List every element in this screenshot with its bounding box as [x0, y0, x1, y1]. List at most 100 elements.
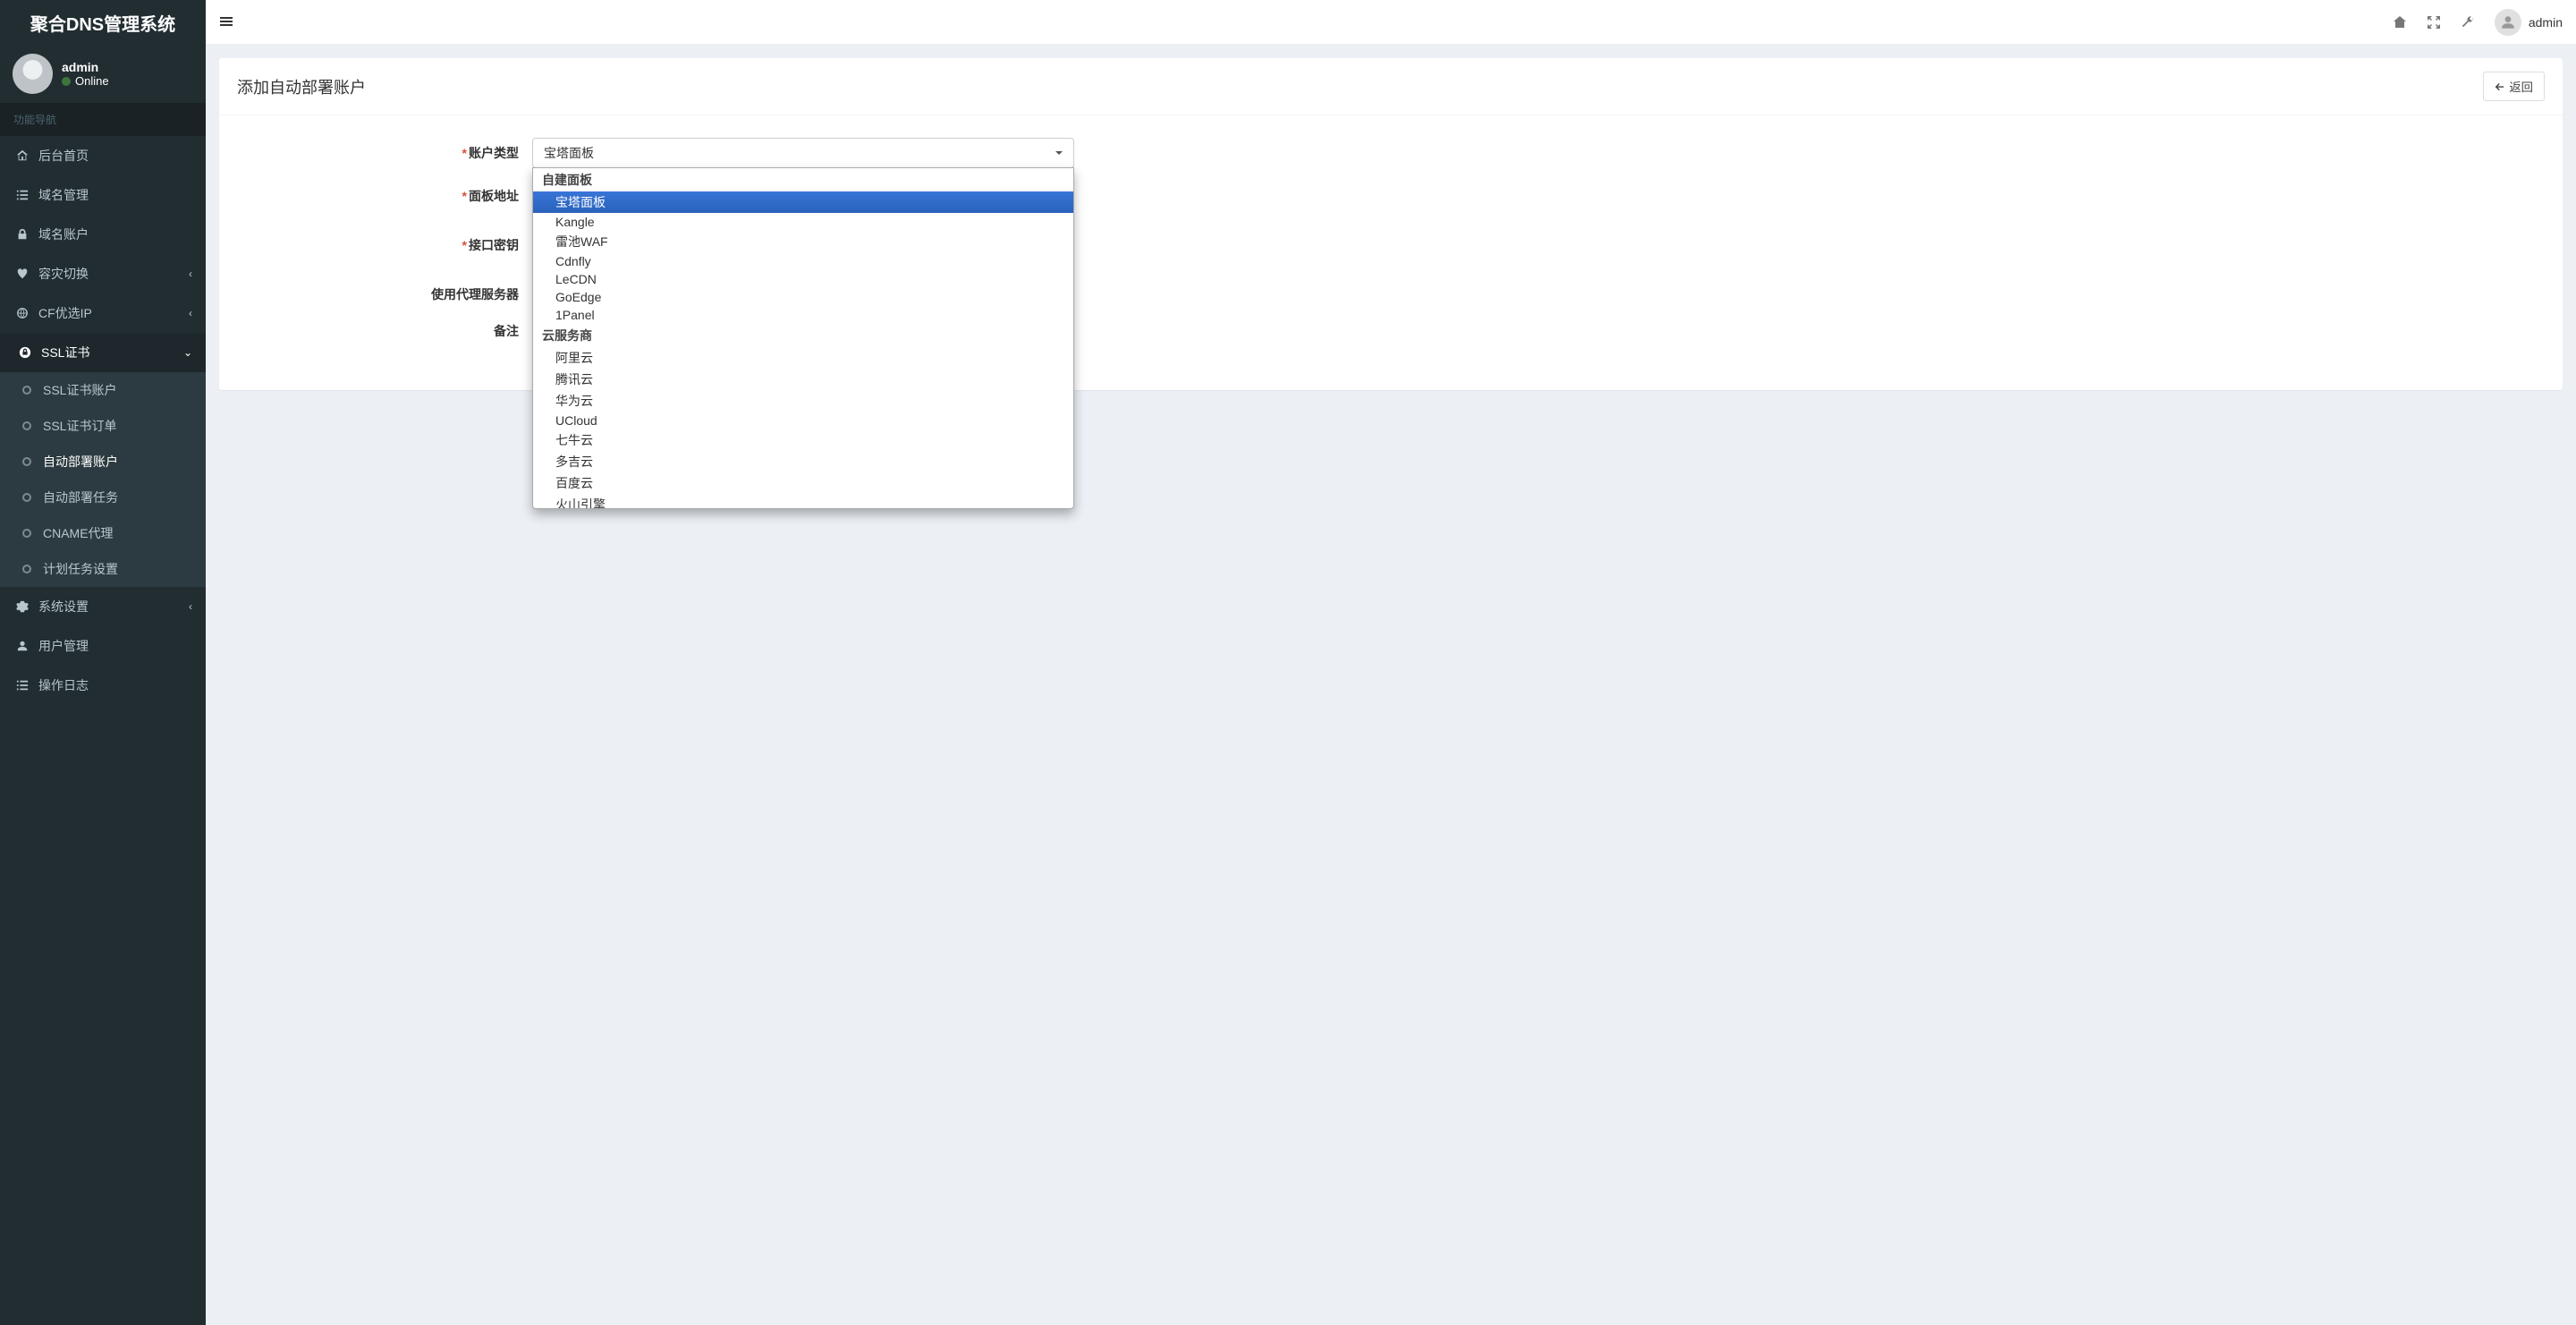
option-baidu[interactable]: 百度云	[533, 472, 1073, 494]
option-qiniu[interactable]: 七牛云	[533, 429, 1073, 451]
option-kangle[interactable]: Kangle	[533, 213, 1073, 231]
nav-label: SSL证书账户	[43, 381, 116, 399]
sidebar-item-disaster[interactable]: 容灾切换 ‹	[0, 254, 206, 293]
user-avatar[interactable]	[13, 54, 53, 94]
nav-label: CNAME代理	[43, 524, 114, 542]
sidebar-item-system[interactable]: 系统设置 ‹	[0, 587, 206, 626]
option-lecdn[interactable]: LeCDN	[533, 270, 1073, 288]
user-status: Online	[62, 74, 109, 88]
nav-label: SSL证书订单	[43, 417, 116, 435]
option-tencent[interactable]: 腾讯云	[533, 369, 1073, 390]
chevron-left-icon: ‹	[189, 600, 192, 613]
nav-label: 自动部署账户	[43, 453, 118, 471]
gear-icon	[13, 600, 31, 613]
sidebar: 聚合DNS管理系统 admin Online 功能导航 后台首页 域名管理 域名…	[0, 0, 206, 1325]
home-icon[interactable]	[2393, 14, 2407, 30]
back-button[interactable]: 返回	[2483, 72, 2545, 101]
nav-label: 操作日志	[38, 676, 89, 694]
sidebar-toggle-button[interactable]	[219, 14, 233, 30]
lock-icon	[13, 228, 31, 241]
sidebar-item-cname-proxy[interactable]: CNAME代理	[0, 515, 206, 551]
sidebar-item-domain-account[interactable]: 域名账户	[0, 215, 206, 254]
user-icon	[13, 640, 31, 652]
chevron-down-icon: ⌄	[183, 346, 192, 359]
nav-label: SSL证书	[41, 344, 89, 361]
option-volcano[interactable]: 火山引擎	[533, 494, 1073, 508]
optgroup-self-built: 自建面板	[533, 168, 1073, 191]
sidebar-item-domain-mgmt[interactable]: 域名管理	[0, 175, 206, 215]
optgroup-cloud: 云服务商	[533, 324, 1073, 347]
panel: 添加自动部署账户 返回 *账户类型 宝塔面板 自建面板 宝塔面板 Kangle	[219, 58, 2563, 390]
user-status-text: Online	[75, 74, 109, 88]
circle-icon	[18, 529, 36, 538]
list-icon	[13, 189, 31, 201]
chevron-left-icon: ‹	[189, 307, 192, 319]
circle-icon	[18, 457, 36, 466]
nav-label: 自动部署任务	[43, 488, 118, 506]
form-group-account-type: *账户类型 宝塔面板 自建面板 宝塔面板 Kangle 雷池WAF Cdnfly…	[237, 138, 2545, 168]
label-account-type: *账户类型	[237, 144, 532, 162]
user-name: admin	[62, 60, 109, 74]
main-content: 添加自动部署账户 返回 *账户类型 宝塔面板 自建面板 宝塔面板 Kangle	[206, 0, 2576, 403]
option-ucloud[interactable]: UCloud	[533, 412, 1073, 429]
nav-label: 域名账户	[38, 225, 89, 243]
sidebar-item-cron[interactable]: 计划任务设置	[0, 551, 206, 587]
label-api-key: *接口密钥	[237, 236, 532, 254]
sidebar-item-ssl-order[interactable]: SSL证书订单	[0, 408, 206, 444]
top-user[interactable]: admin	[2495, 9, 2563, 36]
circle-icon	[18, 386, 36, 395]
nav-label: 系统设置	[38, 598, 89, 616]
nav-label: 后台首页	[38, 147, 89, 165]
nav-header: 功能导航	[0, 103, 206, 136]
top-navbar: admin	[206, 0, 2576, 45]
nav-label: 计划任务设置	[43, 560, 118, 578]
shield-lock-icon	[16, 346, 34, 359]
sidebar-item-home[interactable]: 后台首页	[0, 136, 206, 175]
user-panel: admin Online	[0, 45, 206, 103]
option-1panel[interactable]: 1Panel	[533, 306, 1073, 324]
sidebar-item-deploy-account[interactable]: 自动部署账户	[0, 444, 206, 480]
sidebar-item-ssl[interactable]: SSL证书 ⌄	[0, 333, 206, 372]
home-icon	[13, 149, 31, 162]
sidebar-item-cf-ip[interactable]: CF优选IP ‹	[0, 293, 206, 333]
back-icon	[2495, 81, 2505, 92]
panel-header: 添加自动部署账户 返回	[219, 58, 2563, 115]
panel-title: 添加自动部署账户	[237, 75, 366, 98]
wrench-icon[interactable]	[2461, 14, 2475, 30]
label-remark: 备注	[237, 322, 532, 340]
option-doge[interactable]: 多吉云	[533, 451, 1073, 472]
user-avatar-icon	[2495, 9, 2521, 36]
option-goedge[interactable]: GoEdge	[533, 288, 1073, 306]
top-user-name: admin	[2529, 15, 2563, 30]
status-dot-icon	[62, 77, 71, 86]
brand-logo[interactable]: 聚合DNS管理系统	[0, 0, 206, 45]
option-huawei[interactable]: 华为云	[533, 390, 1073, 412]
sidebar-item-deploy-task[interactable]: 自动部署任务	[0, 480, 206, 515]
option-safeline-waf[interactable]: 雷池WAF	[533, 231, 1073, 252]
heartbeat-icon	[13, 268, 31, 280]
circle-icon	[18, 421, 36, 430]
option-cdnfly[interactable]: Cdnfly	[533, 252, 1073, 270]
panel-body: *账户类型 宝塔面板 自建面板 宝塔面板 Kangle 雷池WAF Cdnfly…	[219, 115, 2563, 390]
sidebar-item-ssl-account[interactable]: SSL证书账户	[0, 372, 206, 408]
ssl-submenu: SSL证书账户 SSL证书订单 自动部署账户 自动部署任务 CNAME代理 计划…	[0, 372, 206, 587]
dropdown-list[interactable]: 自建面板 宝塔面板 Kangle 雷池WAF Cdnfly LeCDN GoEd…	[533, 168, 1073, 508]
list-icon	[13, 679, 31, 692]
account-type-select[interactable]: 宝塔面板	[532, 138, 1074, 168]
sidebar-item-user-mgmt[interactable]: 用户管理	[0, 626, 206, 666]
globe-icon	[13, 307, 31, 319]
nav-label: 容灾切换	[38, 265, 89, 283]
label-panel-addr: *面板地址	[237, 187, 532, 205]
nav-label: CF优选IP	[38, 304, 92, 322]
chevron-left-icon: ‹	[189, 268, 192, 280]
nav-label: 域名管理	[38, 186, 89, 204]
nav-label: 用户管理	[38, 637, 89, 655]
account-type-dropdown: 自建面板 宝塔面板 Kangle 雷池WAF Cdnfly LeCDN GoEd…	[532, 167, 1074, 509]
circle-icon	[18, 565, 36, 573]
option-aliyun[interactable]: 阿里云	[533, 347, 1073, 369]
sidebar-item-op-log[interactable]: 操作日志	[0, 666, 206, 705]
label-proxy: 使用代理服务器	[237, 285, 532, 303]
option-baota[interactable]: 宝塔面板	[533, 191, 1073, 213]
circle-icon	[18, 493, 36, 502]
fullscreen-icon[interactable]	[2427, 14, 2441, 30]
